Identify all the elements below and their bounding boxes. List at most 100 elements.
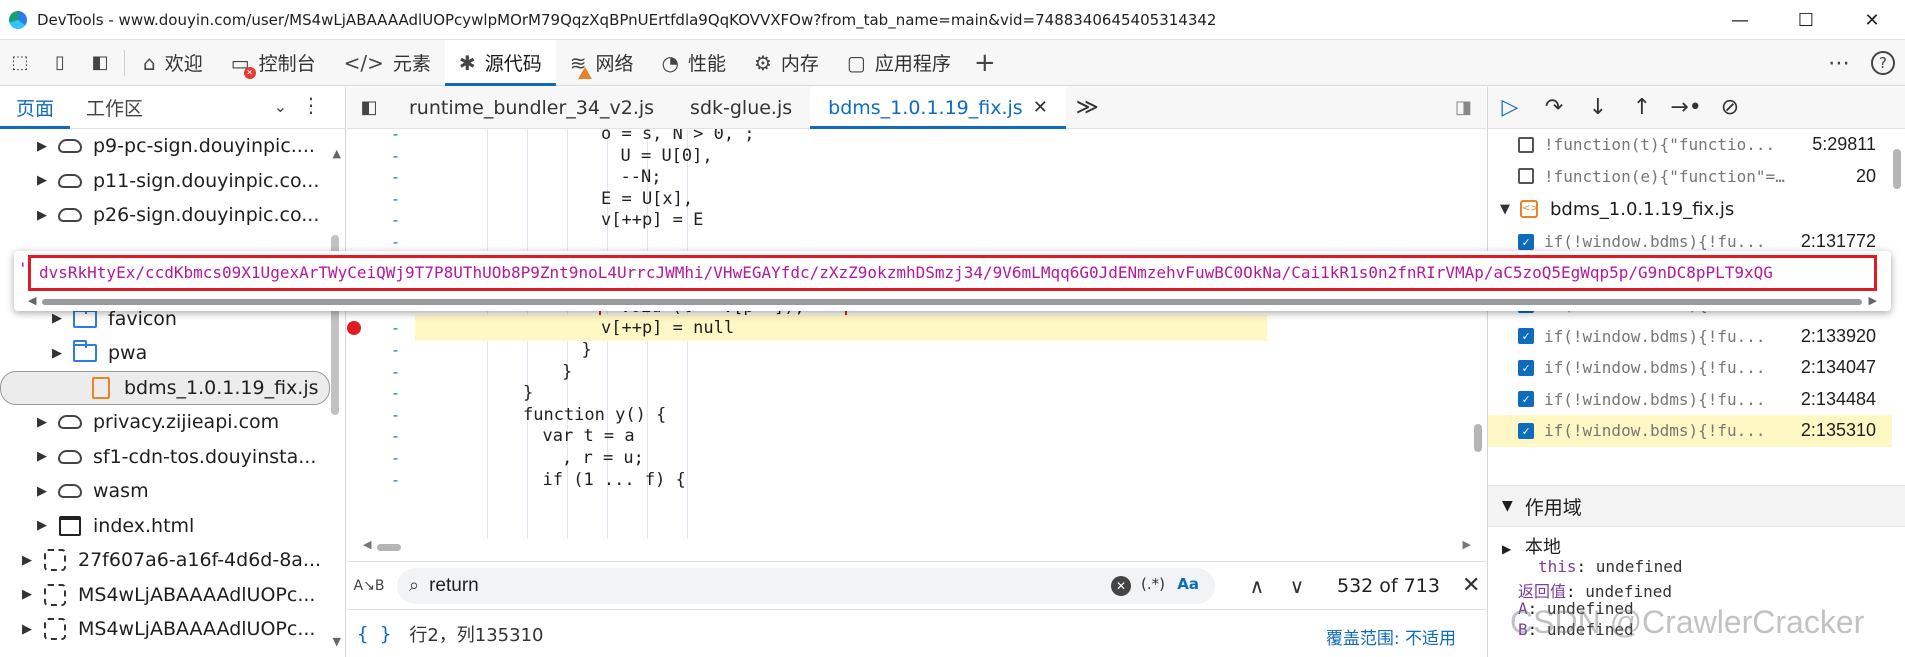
scope-variable[interactable]: this: undefined	[1538, 557, 1683, 576]
scope-local-header[interactable]: ▶ 本地	[1502, 533, 1561, 559]
tree-item[interactable]: ▶ wasm	[0, 474, 330, 509]
regex-toggle[interactable]: (.*)	[1141, 575, 1165, 593]
breakpoint-checkbox[interactable]: ✓	[1518, 328, 1534, 345]
expand-arrow-icon[interactable]: ▶	[35, 415, 49, 430]
close-tab-icon[interactable]: ✕	[1033, 97, 1048, 118]
scroll-down-arrow-icon[interactable]: ▼	[333, 635, 341, 648]
breakpoint-checkbox[interactable]: ✓	[1518, 359, 1534, 376]
breakpoint-item[interactable]: ✓ if(!window.bdms){!fu... 2:135310	[1488, 415, 1892, 447]
debugger-scrollbar[interactable]	[1891, 129, 1903, 459]
add-tool-icon[interactable]: +	[965, 40, 1005, 86]
expand-arrow-icon[interactable]: ▶	[35, 484, 49, 499]
device-emulation-icon[interactable]: ▯	[40, 40, 80, 86]
maximize-button[interactable]: ☐	[1773, 0, 1839, 40]
match-case-toggle[interactable]: Aa	[1177, 575, 1199, 593]
more-options-icon[interactable]: ⋯	[1817, 40, 1861, 86]
expand-arrow-icon[interactable]: ▶	[50, 346, 64, 361]
minimize-button[interactable]: —	[1707, 0, 1773, 40]
tab-memory[interactable]: ⚙ 内存	[740, 40, 833, 86]
inspect-element-icon[interactable]: ⬚	[0, 40, 40, 86]
tree-item[interactable]: bdms_1.0.1.19_fix.js	[0, 370, 330, 405]
code-area[interactable]: -o = s, N > 0, ; - U = U[0], - --N; - E = U[x]…	[347, 129, 1486, 539]
tab-workspace[interactable]: 工作区	[70, 87, 159, 129]
scrollbar-thumb[interactable]	[42, 299, 1862, 305]
help-icon[interactable]: ?	[1861, 40, 1905, 86]
tree-item[interactable]: ▶ MS4wLjABAAAAdlUOPc...	[0, 578, 330, 613]
resume-button[interactable]: ▷	[1488, 95, 1532, 120]
tab-page[interactable]: 页面	[0, 87, 71, 129]
step-into-button[interactable]: ↓	[1576, 95, 1620, 120]
expand-arrow-icon[interactable]: ▶	[35, 449, 49, 464]
scroll-right-arrow-icon[interactable]: ▶	[1463, 538, 1471, 551]
tab-network[interactable]: ≋ 网络	[556, 40, 648, 86]
scope-section-header[interactable]: ▼ 作用域	[1488, 485, 1905, 527]
breakpoint-dot-icon[interactable]	[347, 321, 361, 336]
tree-item[interactable]: ▶ pwa	[0, 336, 330, 371]
close-search-button[interactable]: ✕	[1462, 573, 1480, 598]
expand-arrow-icon[interactable]: ▶	[20, 587, 34, 602]
scroll-left-arrow-icon[interactable]: ◀	[28, 294, 36, 307]
editor-tab-bdms[interactable]: bdms_1.0.1.19_fix.js ✕	[810, 86, 1066, 129]
breakpoint-item[interactable]: !function(t){"functio... 5:29811	[1488, 129, 1892, 161]
tab-performance[interactable]: ◔ 性能	[647, 40, 739, 86]
scroll-left-arrow-icon[interactable]: ◀	[363, 538, 371, 551]
next-match-button[interactable]: ∨	[1277, 574, 1317, 598]
step-over-button[interactable]: ↷	[1532, 95, 1576, 120]
scrollbar-thumb[interactable]	[1474, 424, 1482, 452]
scrollbar-thumb[interactable]	[377, 544, 401, 551]
tab-elements[interactable]: </> 元素	[330, 40, 445, 86]
coverage-link[interactable]: 覆盖范围: 不适用	[1326, 624, 1456, 649]
search-input[interactable]	[429, 574, 1070, 597]
breakpoint-item[interactable]: ✓ if(!window.bdms){!fu... 2:133920	[1488, 321, 1892, 353]
scroll-up-arrow-icon[interactable]: ▲	[333, 147, 341, 160]
breakpoint-checkbox[interactable]: ✓	[1518, 391, 1534, 408]
breakpoint-checkbox[interactable]: ✓	[1518, 422, 1534, 439]
code-line[interactable]: - if (1 ... f) {	[347, 467, 1467, 493]
editor-horizontal-scrollbar[interactable]: ◀ ▶	[363, 538, 1471, 552]
breakpoint-item[interactable]: !function(e){"function"==t... 20	[1488, 161, 1892, 193]
tab-welcome[interactable]: ⌂ 欢迎	[129, 40, 217, 86]
tooltip-scrollbar[interactable]: ◀ ▶	[28, 294, 1877, 307]
toggle-debugger-icon[interactable]: ◨	[1455, 97, 1472, 118]
close-window-button[interactable]: ✕	[1839, 0, 1905, 40]
step-button[interactable]: →•	[1664, 95, 1708, 120]
more-tabs-icon[interactable]: ≫	[1066, 95, 1109, 120]
tree-item[interactable]: ▶ p9-pc-sign.douyinpic....	[0, 129, 330, 164]
replace-toggle-icon[interactable]: A↘B	[347, 578, 391, 594]
kebab-menu-icon[interactable]: ⋮	[301, 93, 321, 117]
deactivate-breakpoints-button[interactable]: ⊘	[1708, 95, 1752, 120]
step-out-button[interactable]: ↑	[1620, 95, 1664, 120]
expand-arrow-icon[interactable]: ▶	[20, 622, 34, 637]
breakpoint-checkbox[interactable]: ✓	[1518, 233, 1534, 250]
tab-console[interactable]: ▭ ✕ 控制台	[217, 40, 330, 86]
breakpoint-checkbox[interactable]	[1518, 168, 1534, 185]
expand-arrow-icon[interactable]: ▶	[35, 518, 49, 533]
chevron-down-icon[interactable]: ⌄	[274, 97, 287, 116]
tree-item[interactable]: ▶ privacy.zijieapi.com	[0, 405, 330, 440]
editor-tab-sdk-glue[interactable]: sdk-glue.js	[672, 87, 810, 129]
breakpoint-checkbox[interactable]	[1518, 136, 1534, 153]
clear-search-icon[interactable]: ✕	[1111, 575, 1131, 596]
breakpoint-item[interactable]: ✓ if(!window.bdms){!fu... 2:134047	[1488, 352, 1892, 384]
expand-arrow-icon[interactable]: ▶	[20, 553, 34, 568]
toggle-sidebar-icon[interactable]: ◧	[80, 40, 120, 86]
tree-item[interactable]: ▶ p11-sign.douyinpic.co...	[0, 164, 330, 199]
tree-item[interactable]: ▶ MS4wLjABAAAAdlUOPc...	[0, 612, 330, 647]
previous-match-button[interactable]: ∧	[1237, 574, 1277, 598]
breakpoint-item[interactable]: ✓ if(!window.bdms){!fu... 2:134484	[1488, 384, 1892, 416]
expand-arrow-icon[interactable]: ▶	[35, 139, 49, 154]
expand-arrow-icon[interactable]: ▶	[50, 311, 64, 326]
tree-item[interactable]: ▶ index.html	[0, 509, 330, 544]
toggle-navigator-icon[interactable]: ◧	[347, 87, 391, 129]
expand-arrow-icon[interactable]: ▶	[35, 173, 49, 188]
scroll-right-arrow-icon[interactable]: ▶	[1869, 294, 1877, 307]
tree-item[interactable]: ▶ p26-sign.douyinpic.co...	[0, 198, 330, 233]
tree-item[interactable]: ▶ sf1-cdn-tos.douyinsta...	[0, 440, 330, 475]
tab-sources[interactable]: ✱ 源代码	[444, 39, 556, 86]
gutter-marker[interactable]: -	[391, 467, 400, 493]
editor-vertical-scrollbar[interactable]	[1472, 129, 1484, 539]
pretty-print-button[interactable]: { }	[357, 623, 391, 645]
tree-item[interactable]: ▶ 27f607a6-a16f-4d6d-8a...	[0, 543, 330, 578]
tooltip-string-value[interactable]: dvsRkHtyEx/ccdKbmcs09X1UgexArTWyCeiQWj9T…	[39, 263, 1773, 282]
expand-arrow-icon[interactable]: ▶	[35, 208, 49, 223]
